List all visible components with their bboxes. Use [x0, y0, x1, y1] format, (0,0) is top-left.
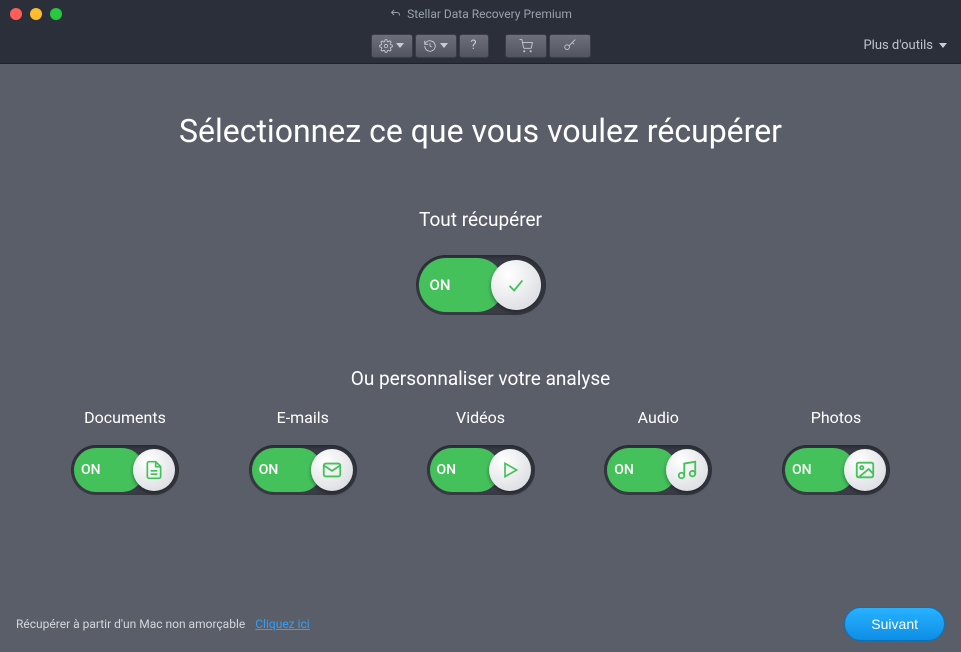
minimize-button[interactable] — [30, 8, 42, 20]
toolbar-group-settings: ? — [371, 34, 489, 58]
window-controls — [0, 8, 62, 20]
window-title: Stellar Data Recovery Premium — [389, 7, 572, 21]
toggle-knob — [311, 449, 353, 491]
toggle-knob — [133, 449, 175, 491]
photos-toggle[interactable]: ON — [782, 445, 890, 495]
toggle-knob — [489, 449, 531, 491]
toolbar: ? Plus d'outils — [0, 28, 961, 64]
category-documents: Documents ON — [40, 408, 210, 495]
category-photos: Photos ON — [751, 408, 921, 495]
emails-toggle[interactable]: ON — [249, 445, 357, 495]
category-row: Documents ON E-mails ON Vidéos — [0, 408, 961, 495]
category-videos: Vidéos ON — [396, 408, 566, 495]
documents-toggle[interactable]: ON — [71, 445, 179, 495]
mail-icon — [321, 459, 343, 481]
question-icon: ? — [470, 38, 476, 53]
category-label: Documents — [84, 408, 166, 427]
recover-all-toggle-wrapper: ON — [0, 255, 961, 319]
maximize-button[interactable] — [50, 8, 62, 20]
audio-toggle[interactable]: ON — [604, 445, 712, 495]
next-button[interactable]: Suivant — [844, 607, 945, 641]
history-button[interactable] — [415, 34, 457, 58]
toggle-on-label: ON — [792, 462, 812, 478]
category-audio: Audio ON — [573, 408, 743, 495]
footer-text: Récupérer à partir d'un Mac non amorçabl… — [16, 617, 245, 631]
page-title: Sélectionnez ce que vous voulez récupére… — [0, 112, 961, 150]
toggle-on-label: ON — [259, 462, 279, 478]
check-icon — [505, 274, 527, 296]
toggle-knob — [844, 449, 886, 491]
category-label: Vidéos — [456, 408, 505, 427]
history-icon — [423, 39, 437, 53]
recover-all-toggle[interactable]: ON — [416, 255, 546, 315]
videos-toggle[interactable]: ON — [427, 445, 535, 495]
category-emails: E-mails ON — [218, 408, 388, 495]
toggle-on-label: ON — [430, 276, 451, 294]
undo-icon — [389, 8, 401, 20]
image-icon — [854, 459, 876, 481]
toggle-knob — [666, 449, 708, 491]
cart-icon — [518, 39, 534, 53]
app-title: Stellar Data Recovery Premium — [407, 7, 572, 21]
chevron-down-icon — [440, 43, 448, 48]
cart-button[interactable] — [505, 34, 547, 58]
activate-button[interactable] — [549, 34, 591, 58]
music-icon — [676, 459, 698, 481]
help-button[interactable]: ? — [459, 34, 489, 58]
more-tools-label: Plus d'outils — [863, 38, 933, 53]
toggle-on-label: ON — [81, 462, 101, 478]
category-label: Audio — [638, 408, 679, 427]
footer: Récupérer à partir d'un Mac non amorçabl… — [0, 596, 961, 652]
settings-button[interactable] — [371, 34, 413, 58]
toggle-on-label: ON — [437, 462, 457, 478]
main-content: Sélectionnez ce que vous voulez récupére… — [0, 64, 961, 495]
play-icon — [500, 459, 520, 481]
customize-label: Ou personnaliser votre analyse — [0, 367, 961, 390]
close-button[interactable] — [10, 8, 22, 20]
titlebar: Stellar Data Recovery Premium — [0, 0, 961, 28]
category-label: E-mails — [277, 408, 329, 427]
toolbar-group-purchase — [505, 34, 591, 58]
category-label: Photos — [811, 408, 862, 427]
gear-icon — [379, 39, 393, 53]
chevron-down-icon — [396, 43, 404, 48]
footer-link[interactable]: Cliquez ici — [255, 617, 310, 631]
recover-all-label: Tout récupérer — [0, 208, 961, 231]
document-icon — [144, 459, 164, 481]
toggle-knob — [491, 260, 541, 310]
toggle-on-label: ON — [614, 462, 634, 478]
chevron-down-icon — [939, 43, 947, 48]
more-tools-menu[interactable]: Plus d'outils — [863, 38, 947, 53]
key-icon — [561, 39, 579, 53]
